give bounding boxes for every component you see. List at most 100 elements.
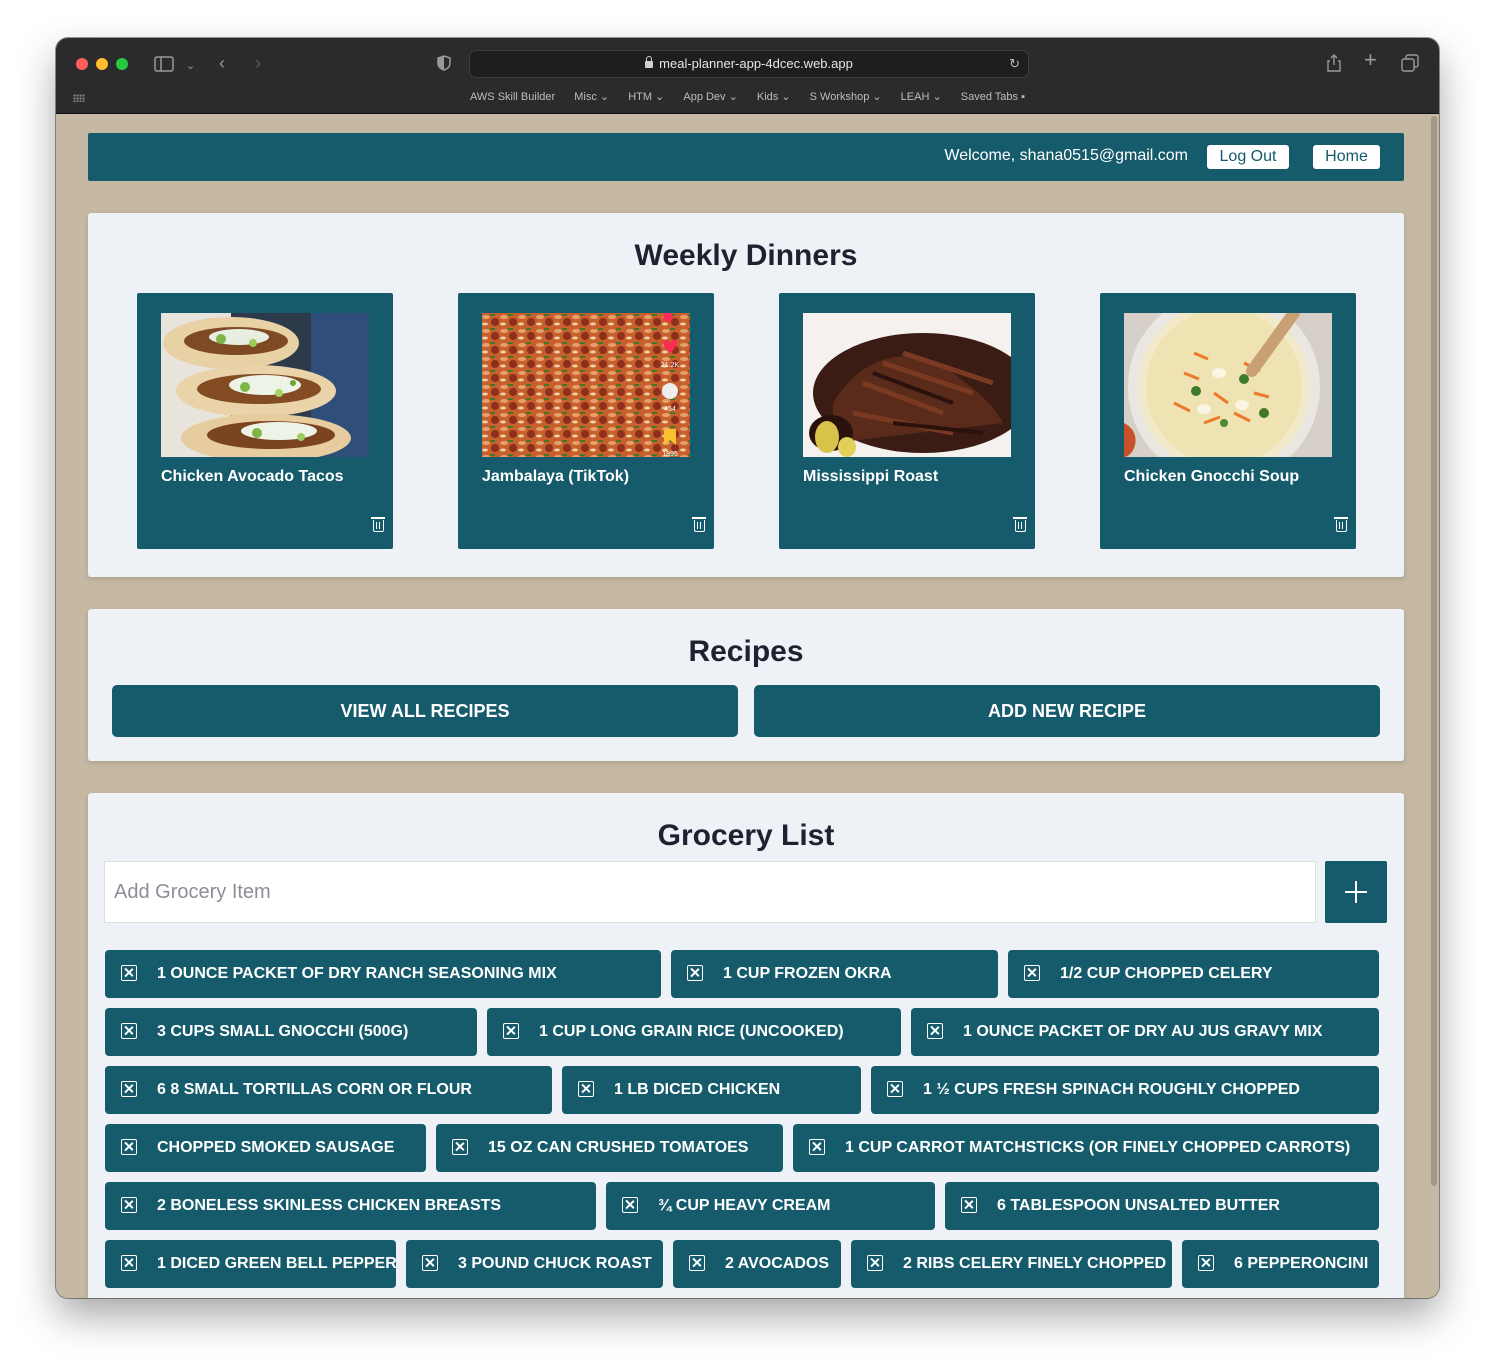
forward-arrow-icon[interactable]: ›	[255, 54, 261, 72]
bookmark-item[interactable]: HTM ⌄	[628, 91, 664, 103]
remove-item-icon[interactable]	[867, 1255, 883, 1271]
dinner-photo: 21.2K 454 1895	[482, 313, 690, 457]
remove-item-icon[interactable]	[121, 1255, 137, 1271]
grocery-item-label: 2 BONELESS SKINLESS CHICKEN BREASTS	[157, 1197, 502, 1214]
top-navbar: Welcome, shana0515@gmail.com Log Out Hom…	[88, 133, 1404, 181]
remove-item-icon[interactable]	[689, 1255, 705, 1271]
dinner-card[interactable]: Chicken Gnocchi Soup	[1100, 293, 1356, 549]
grocery-item-label: 1/2 CUP CHOPPED CELERY	[1060, 965, 1273, 982]
grocery-item-label: 6 PEPPERONCINI	[1234, 1255, 1369, 1272]
delete-icon[interactable]	[1013, 517, 1027, 532]
remove-item-icon[interactable]	[121, 1139, 137, 1155]
grocery-item-label: 1 OUNCE PACKET OF DRY AU JUS GRAVY MIX	[963, 1023, 1323, 1040]
close-window-button[interactable]	[76, 58, 88, 70]
remove-item-icon[interactable]	[452, 1139, 468, 1155]
scrollbar[interactable]	[1431, 116, 1437, 1186]
new-tab-icon[interactable]: +	[1364, 49, 1377, 71]
grocery-item-label: 6 TABLESPOON UNSALTED BUTTER	[997, 1197, 1280, 1214]
grocery-item[interactable]: CHOPPED SMOKED SAUSAGE	[105, 1124, 426, 1172]
grocery-item[interactable]: 1 OUNCE PACKET OF DRY AU JUS GRAVY MIX	[911, 1008, 1379, 1056]
dinner-name: Mississippi Roast	[803, 468, 939, 485]
remove-item-icon[interactable]	[121, 1081, 137, 1097]
delete-icon[interactable]	[692, 517, 706, 532]
grocery-item[interactable]: 1 ½ CUPS FRESH SPINACH ROUGHLY CHOPPED	[871, 1066, 1379, 1114]
bookmark-item[interactable]: App Dev ⌄	[683, 91, 737, 103]
remove-item-icon[interactable]	[1198, 1255, 1214, 1271]
dinner-card[interactable]: Mississippi Roast	[779, 293, 1035, 549]
grocery-list-card: Grocery List 1 OUNCE PACKET OF DRY RANCH…	[88, 793, 1404, 1298]
remove-item-icon[interactable]	[503, 1023, 519, 1039]
remove-item-icon[interactable]	[1024, 965, 1040, 981]
bookmark-item[interactable]: Kids ⌄	[757, 91, 791, 103]
grocery-item[interactable]: 1 CUP CARROT MATCHSTICKS (OR FINELY CHOP…	[793, 1124, 1379, 1172]
chevron-down-icon[interactable]: ⌄	[186, 58, 195, 74]
bookmark-item[interactable]: Saved Tabs ▪	[961, 91, 1025, 103]
remove-item-icon[interactable]	[961, 1197, 977, 1213]
grocery-item[interactable]: 1 LB DICED CHICKEN	[562, 1066, 861, 1114]
grocery-item[interactable]: 6 PEPPERONCINI	[1182, 1240, 1379, 1288]
remove-item-icon[interactable]	[809, 1139, 825, 1155]
remove-item-icon[interactable]	[687, 965, 703, 981]
remove-item-icon[interactable]	[121, 965, 137, 981]
grocery-item-label: 2 AVOCADOS	[725, 1255, 830, 1272]
grocery-item[interactable]: 6 TABLESPOON UNSALTED BUTTER	[945, 1182, 1379, 1230]
grocery-item[interactable]: 1 CUP FROZEN OKRA	[671, 950, 998, 998]
dinner-card[interactable]: 21.2K 454 1895 Jambalaya (TikTok)	[458, 293, 714, 549]
grocery-item[interactable]: 1 DICED GREEN BELL PEPPER	[105, 1240, 397, 1288]
dinner-name: Jambalaya (TikTok)	[482, 468, 630, 485]
dinner-photo	[803, 313, 1011, 457]
bookmarks-bar: AWS Skill Builder Misc ⌄ HTM ⌄ App Dev ⌄…	[56, 90, 1439, 108]
bookmark-item[interactable]: Misc ⌄	[574, 91, 609, 103]
tab-overview-icon[interactable]	[1401, 54, 1419, 76]
remove-item-icon[interactable]	[622, 1197, 638, 1213]
page-content: Welcome, shana0515@gmail.com Log Out Hom…	[56, 114, 1439, 1298]
home-button[interactable]: Home	[1313, 145, 1380, 169]
grocery-item-label: 2 RIBS CELERY FINELY CHOPPED	[903, 1255, 1167, 1272]
grocery-item[interactable]: 1 OUNCE PACKET OF DRY RANCH SEASONING MI…	[105, 950, 661, 998]
bookmark-item[interactable]: S Workshop ⌄	[810, 91, 882, 103]
share-icon[interactable]	[1326, 54, 1342, 76]
remove-item-icon[interactable]	[887, 1081, 903, 1097]
sidebar-toggle-icon[interactable]	[154, 56, 174, 76]
dinner-photo	[161, 313, 369, 457]
zoom-window-button[interactable]	[116, 58, 128, 70]
view-all-recipes-button[interactable]: VIEW ALL RECIPES	[112, 685, 738, 737]
dinner-card[interactable]: Chicken Avocado Tacos	[137, 293, 393, 549]
grocery-item[interactable]: 3 POUND CHUCK ROAST	[406, 1240, 663, 1288]
grocery-item[interactable]: 2 AVOCADOS	[673, 1240, 841, 1288]
privacy-shield-icon[interactable]	[437, 55, 451, 75]
delete-icon[interactable]	[371, 517, 385, 532]
bookmark-item[interactable]: AWS Skill Builder	[470, 91, 555, 103]
remove-item-icon[interactable]	[121, 1197, 137, 1213]
address-bar[interactable]: meal-planner-app-4dcec.web.app ↻	[469, 50, 1029, 78]
grocery-item-label: 15 OZ CAN CRUSHED TOMATOES	[488, 1139, 749, 1156]
reload-icon[interactable]: ↻	[1009, 51, 1020, 77]
add-grocery-field[interactable]	[104, 861, 1333, 923]
remove-item-icon[interactable]	[121, 1023, 137, 1039]
grocery-item-label: 3 POUND CHUCK ROAST	[458, 1255, 652, 1272]
browser-window: ⌄ ‹ › meal-planner-app-4dcec.web.app ↻ +…	[56, 38, 1439, 1298]
recipes-title: Recipes	[688, 635, 804, 668]
grocery-item[interactable]: 1/2 CUP CHOPPED CELERY	[1008, 950, 1379, 998]
add-new-recipe-button[interactable]: ADD NEW RECIPE	[754, 685, 1380, 737]
minimize-window-button[interactable]	[96, 58, 108, 70]
add-grocery-input[interactable]	[105, 862, 1333, 922]
remove-item-icon[interactable]	[422, 1255, 438, 1271]
grocery-item-label: 6 8 SMALL TORTILLAS CORN OR FLOUR	[157, 1081, 472, 1098]
delete-icon[interactable]	[1334, 517, 1348, 532]
add-grocery-button[interactable]	[1325, 861, 1387, 923]
grocery-item[interactable]: 2 RIBS CELERY FINELY CHOPPED	[851, 1240, 1172, 1288]
grocery-item[interactable]: 2 BONELESS SKINLESS CHICKEN BREASTS	[105, 1182, 596, 1230]
grocery-item[interactable]: ¾ CUP HEAVY CREAM	[606, 1182, 935, 1230]
grocery-item[interactable]: 1 CUP LONG GRAIN RICE (UNCOOKED)	[487, 1008, 901, 1056]
remove-item-icon[interactable]	[927, 1023, 943, 1039]
url-text: meal-planner-app-4dcec.web.app	[659, 56, 853, 71]
grocery-item[interactable]: 15 OZ CAN CRUSHED TOMATOES	[436, 1124, 783, 1172]
back-arrow-icon[interactable]: ‹	[219, 54, 225, 72]
remove-item-icon[interactable]	[578, 1081, 594, 1097]
logout-button[interactable]: Log Out	[1207, 145, 1289, 169]
grocery-list-title: Grocery List	[657, 819, 835, 852]
grocery-item[interactable]: 3 CUPS SMALL GNOCCHI (500G)	[105, 1008, 477, 1056]
bookmark-item[interactable]: LEAH ⌄	[901, 91, 942, 103]
grocery-item[interactable]: 6 8 SMALL TORTILLAS CORN OR FLOUR	[105, 1066, 552, 1114]
